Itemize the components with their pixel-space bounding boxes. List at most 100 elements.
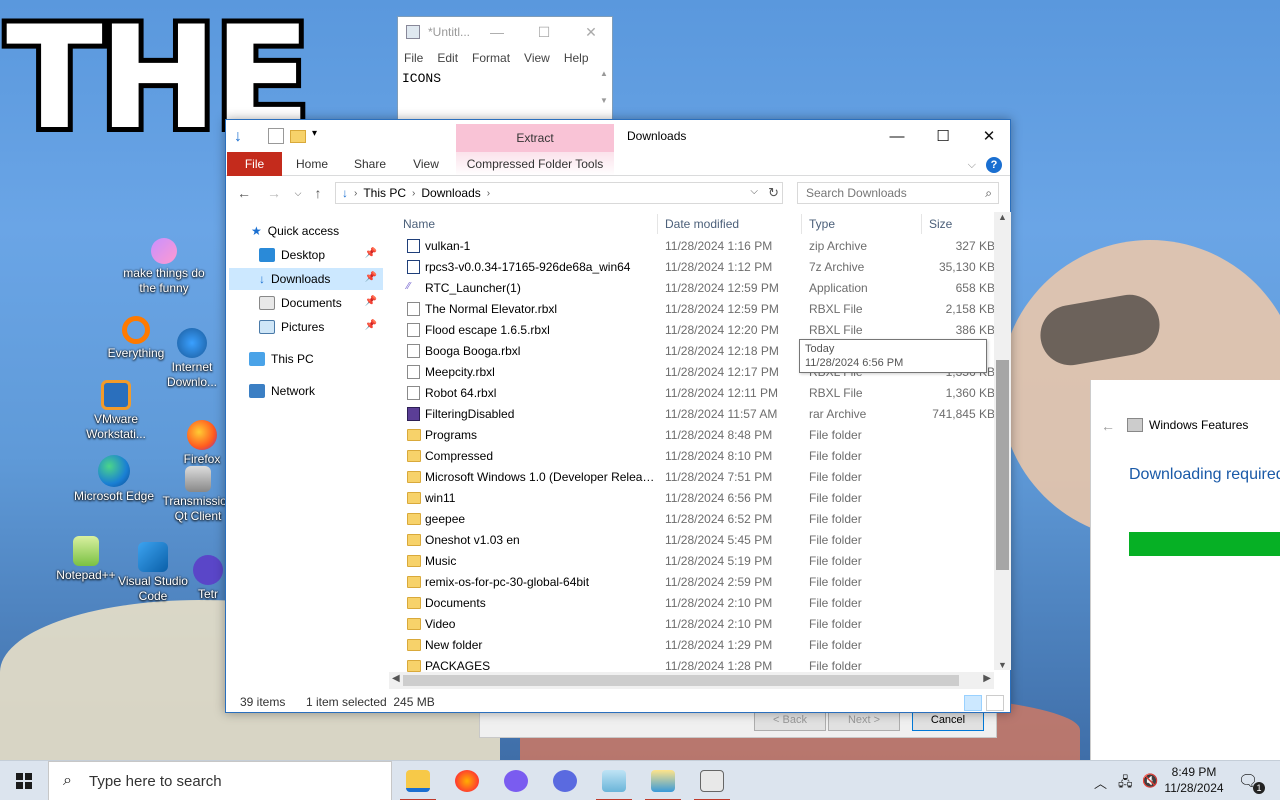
maximize-button[interactable]: ☐ [920, 120, 966, 152]
taskbar-file-explorer[interactable] [394, 761, 442, 800]
table-row[interactable]: Video 11/28/2024 2:10 PM File folder [389, 614, 995, 635]
ribbon-tab-file[interactable]: File [227, 152, 282, 176]
table-row[interactable]: Documents 11/28/2024 2:10 PM File folder [389, 593, 995, 614]
minimize-button[interactable]: — [474, 17, 520, 47]
forward-arrow-icon[interactable]: → [264, 183, 284, 203]
file-type: File folder [809, 512, 862, 526]
table-row[interactable]: vulkan-1 11/28/2024 1:16 PM zip Archive 327… [389, 236, 995, 257]
taskbar-app-4[interactable] [541, 761, 589, 800]
menu-view[interactable]: View [524, 51, 550, 65]
horizontal-scrollbar[interactable]: ◀ ▶ [389, 672, 994, 689]
table-row[interactable]: New folder 11/28/2024 1:29 PM File folder [389, 635, 995, 656]
table-row[interactable]: Robot 64.rbxl 11/28/2024 12:11 PM RBXL Fil… [389, 383, 995, 404]
scrollbar-thumb[interactable] [403, 675, 959, 686]
expand-ribbon-icon[interactable]: ⌵ [968, 159, 976, 172]
table-row[interactable]: rpcs3-v0.0.34-17165-926de68a_win64 11/28/… [389, 257, 995, 278]
notepad-window[interactable]: *Untitl... — ☐ ✕ File Edit Format View H… [397, 16, 613, 126]
close-button[interactable]: ✕ [568, 17, 614, 47]
table-row[interactable]: geepee 11/28/2024 6:52 PM File folder [389, 509, 995, 530]
notepad-titlebar[interactable]: *Untitl... — ☐ ✕ [398, 17, 612, 47]
file-list[interactable]: Name Date modified Type Size vulkan-1 11/… [389, 212, 1011, 682]
search-input[interactable]: Search Downloads ⌕ [797, 182, 999, 204]
ribbon-tab-extract[interactable]: Extract [456, 124, 614, 152]
large-icons-view-icon[interactable] [986, 695, 1004, 711]
help-icon[interactable]: ? [986, 157, 1002, 173]
ribbon-tab-share[interactable]: Share [346, 152, 394, 176]
back-arrow-icon[interactable]: ← [1101, 418, 1115, 434]
minimize-button[interactable]: — [874, 120, 920, 152]
properties-icon[interactable] [268, 128, 284, 144]
ribbon-tab-home[interactable]: Home [288, 152, 336, 176]
table-row[interactable]: Flood escape 1.6.5.rbxl 11/28/2024 12:20 … [389, 320, 995, 341]
table-row[interactable]: Microsoft Windows 1.0 (Developer Releas.… [389, 467, 995, 488]
menu-file[interactable]: File [404, 51, 423, 65]
back-arrow-icon[interactable]: ← [234, 183, 254, 203]
start-button[interactable] [0, 761, 48, 800]
table-row[interactable]: Programs 11/28/2024 8:48 PM File folder [389, 425, 995, 446]
menu-edit[interactable]: Edit [437, 51, 458, 65]
refresh-icon[interactable]: ↻ [768, 185, 779, 201]
download-arrow-icon: ↓ [259, 272, 265, 286]
customize-toolbar-icon[interactable]: ▾ [312, 128, 328, 144]
windows-features-window[interactable]: ← Windows Features Downloading required [1090, 380, 1280, 760]
table-row[interactable]: Oneshot v1.03 en 11/28/2024 5:45 PM File f… [389, 530, 995, 551]
close-button[interactable]: ✕ [966, 120, 1012, 152]
network-status-icon[interactable]: 🖧 [1118, 773, 1133, 795]
table-row[interactable]: FilteringDisabled 11/28/2024 11:57 AM rar … [389, 404, 995, 425]
scroll-right-icon[interactable]: ▶ [983, 673, 991, 684]
scroll-left-icon[interactable]: ◀ [392, 673, 400, 684]
nav-pictures[interactable]: Pictures 📌 [229, 316, 383, 338]
nav-quick-access[interactable]: ★ Quick access [229, 220, 383, 242]
details-view-icon[interactable] [964, 695, 982, 711]
taskbar-app-6[interactable] [639, 761, 687, 800]
table-row[interactable] [389, 226, 995, 236]
system-clock[interactable]: 8:49 PM 11/28/2024 [1156, 764, 1232, 796]
breadcrumb-downloads[interactable]: Downloads [421, 186, 480, 200]
nav-this-pc[interactable]: This PC [229, 348, 383, 370]
table-row[interactable]: Compressed 11/28/2024 8:10 PM File folder [389, 446, 995, 467]
taskbar-search-box[interactable]: ⌕ Type here to search [48, 761, 392, 800]
desktop-icon-edge[interactable]: Microsoft Edge [72, 455, 156, 504]
taskbar-firefox[interactable] [443, 761, 491, 800]
nav-documents[interactable]: Documents 📌 [229, 292, 383, 314]
scroll-down-icon[interactable]: ▼ [994, 660, 1011, 670]
desktop-icon-tetr[interactable]: Tetr [186, 555, 230, 602]
table-row[interactable]: The Normal Elevator.rbxl 11/28/2024 12:59… [389, 299, 995, 320]
table-row[interactable]: ⁄⁄ RTC_Launcher(1) 11/28/2024 12:59 PM Appl… [389, 278, 995, 299]
menu-help[interactable]: Help [564, 51, 589, 65]
maximize-button[interactable]: ☐ [521, 17, 567, 47]
nav-desktop[interactable]: Desktop 📌 [229, 244, 383, 266]
pin-icon[interactable]: 📌 [365, 248, 377, 259]
table-row[interactable]: remix-os-for-pc-30-global-64bit 11/28/202… [389, 572, 995, 593]
pin-icon[interactable]: 📌 [365, 296, 377, 307]
notepad-text-area[interactable]: ICONS [398, 69, 612, 88]
table-row[interactable]: win11 11/28/2024 6:56 PM File folder [389, 488, 995, 509]
desktop-icon-vmware[interactable]: VMware Workstati... [74, 380, 158, 442]
nav-network[interactable]: Network [229, 380, 383, 402]
breadcrumb-this-pc[interactable]: This PC [363, 186, 406, 200]
taskbar-app-3[interactable] [492, 761, 540, 800]
show-hidden-icons-icon[interactable]: ︿ [1094, 773, 1107, 792]
ribbon-tab-view[interactable]: View [402, 152, 450, 176]
table-row[interactable]: Music 11/28/2024 5:19 PM File folder [389, 551, 995, 572]
notepad-scrollbar[interactable]: ▲ ▼ [598, 69, 610, 119]
up-arrow-icon[interactable]: ↑ [308, 183, 328, 203]
menu-format[interactable]: Format [472, 51, 510, 65]
address-bar[interactable]: ↓ › This PC › Downloads › ⌵ ↻ [335, 182, 783, 204]
desktop-icon-vscode[interactable]: Visual Studio Code [111, 542, 195, 604]
address-dropdown-icon[interactable]: ⌵ [750, 186, 758, 197]
recent-locations-icon[interactable]: ⌵ [288, 183, 308, 203]
ribbon-tab-compressed-folder-tools[interactable]: Compressed Folder Tools [456, 152, 614, 176]
desktop-icon-make-things[interactable]: make things do the funny [122, 238, 206, 296]
scrollbar-thumb[interactable] [996, 360, 1009, 570]
file-explorer-window[interactable]: ↓ ▾ Extract Downloads — ☐ ✕ File Home Sh… [225, 119, 1011, 713]
pin-icon[interactable]: 📌 [365, 320, 377, 331]
taskbar-app-7[interactable] [688, 761, 736, 800]
new-folder-icon[interactable] [290, 130, 306, 143]
desktop-icon-idm[interactable]: Internet Downlo... [150, 328, 234, 390]
scroll-up-icon[interactable]: ▲ [994, 212, 1011, 222]
pin-icon[interactable]: 📌 [365, 272, 377, 283]
taskbar-notepad[interactable] [590, 761, 638, 800]
nav-downloads[interactable]: ↓ Downloads 📌 [229, 268, 383, 290]
vertical-scrollbar[interactable]: ▲ ▼ [994, 212, 1011, 670]
